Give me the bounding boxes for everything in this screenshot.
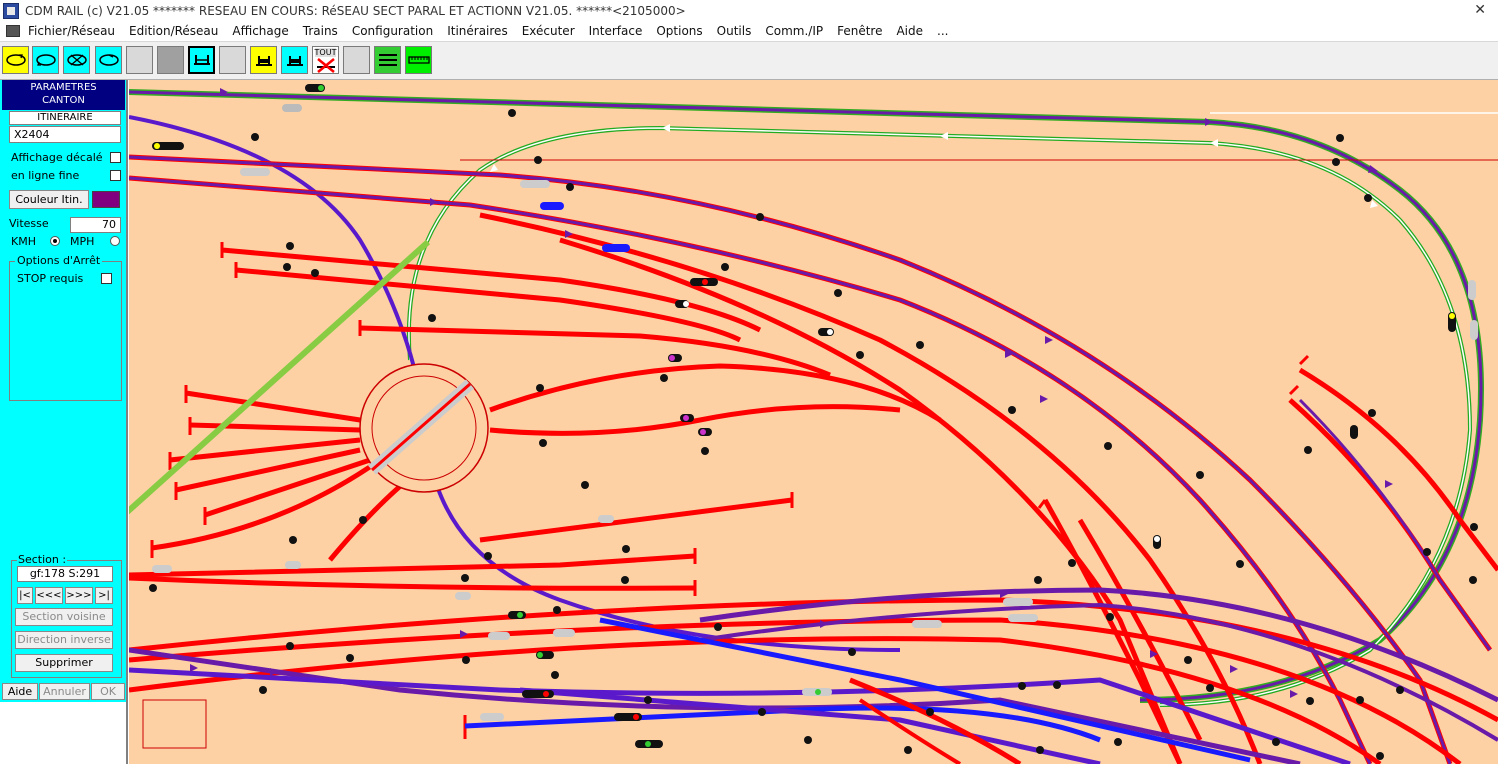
- menu-fichier-reseau[interactable]: Fichier/Réseau: [28, 24, 115, 38]
- section-value: gf:178 S:291: [17, 566, 113, 582]
- previous-section-button[interactable]: <<<: [35, 587, 63, 604]
- menu-fenetre[interactable]: Fenêtre: [837, 24, 882, 38]
- route-color-swatch[interactable]: [92, 191, 120, 208]
- options-arret-label: Options d'Arrêt: [15, 254, 103, 267]
- ruler-icon[interactable]: [405, 46, 432, 74]
- aide-button[interactable]: Aide: [2, 683, 38, 700]
- menu-interface[interactable]: Interface: [589, 24, 643, 38]
- ok-button[interactable]: OK: [91, 683, 125, 700]
- vitesse-field[interactable]: 70: [70, 217, 121, 233]
- outer-loop-track[interactable]: [129, 89, 1498, 703]
- blank-icon[interactable]: [343, 46, 370, 74]
- section-label: Section :: [17, 553, 68, 566]
- blank-icon[interactable]: [126, 46, 153, 74]
- canton-parameters-panel: PARAMETRES CANTON ITINERAIRE X2404 Affic…: [0, 80, 128, 764]
- blank-icon[interactable]: [157, 46, 184, 74]
- track-layout-drawing[interactable]: [129, 80, 1498, 764]
- route-icon[interactable]: [188, 46, 215, 74]
- menu-executer[interactable]: Exécuter: [522, 24, 575, 38]
- last-section-button[interactable]: >|: [95, 587, 113, 604]
- crossing-icon[interactable]: [63, 46, 90, 74]
- mph-label: MPH: [70, 235, 95, 248]
- kmh-label: KMH: [11, 235, 36, 248]
- menu-comm-ip[interactable]: Comm./IP: [765, 24, 823, 38]
- mph-radio[interactable]: [110, 236, 120, 246]
- panel-title-line1: PARAMETRES: [30, 82, 97, 93]
- vitesse-label: Vitesse: [9, 217, 49, 230]
- menu-configuration[interactable]: Configuration: [352, 24, 433, 38]
- app-icon: [3, 2, 19, 19]
- track-layout-canvas[interactable]: [129, 80, 1498, 764]
- panel-title-line2: CANTON: [42, 95, 85, 106]
- close-icon[interactable]: ✕: [1474, 2, 1486, 18]
- ligne-fine-checkbox[interactable]: [110, 170, 121, 181]
- kmh-radio[interactable]: [50, 236, 60, 246]
- loop-icon[interactable]: [95, 46, 122, 74]
- window-title: CDM RAIL (c) V21.05 ******* RESEAU EN CO…: [25, 3, 686, 18]
- supprimer-button[interactable]: Supprimer: [15, 654, 113, 672]
- menu-aide[interactable]: Aide: [896, 24, 923, 38]
- cancel-all-button[interactable]: TOUT: [312, 46, 339, 74]
- panel-blank-area: [0, 702, 126, 764]
- menu-trains[interactable]: Trains: [303, 24, 338, 38]
- menu-bar: Fichier/Réseau Edition/Réseau Affichage …: [0, 21, 1498, 42]
- panel-title: PARAMETRES CANTON: [2, 80, 125, 110]
- cancel-all-icon: [316, 57, 335, 73]
- ligne-fine-label: en ligne fine: [11, 169, 80, 182]
- menu-options[interactable]: Options: [656, 24, 702, 38]
- list-icon[interactable]: [374, 46, 401, 74]
- blank-icon[interactable]: [219, 46, 246, 74]
- menu-edition-reseau[interactable]: Edition/Réseau: [129, 24, 218, 38]
- affichage-decale-checkbox[interactable]: [110, 152, 121, 163]
- menu-outils[interactable]: Outils: [717, 24, 752, 38]
- stop-requis-checkbox[interactable]: [101, 273, 112, 284]
- next-section-button[interactable]: >>>: [65, 587, 93, 604]
- toolbar: TOUT: [0, 42, 1498, 80]
- direction-inverse-button[interactable]: Direction inverse: [15, 631, 113, 649]
- tout-label: TOUT: [314, 47, 337, 57]
- first-section-button[interactable]: |<: [17, 587, 33, 604]
- title-bar: CDM RAIL (c) V21.05 ******* RESEAU EN CO…: [0, 0, 1498, 21]
- turntable[interactable]: [359, 363, 489, 493]
- train-icon[interactable]: [250, 46, 277, 74]
- red-siding-tracks[interactable]: [129, 247, 942, 591]
- menu-more[interactable]: ...: [937, 24, 948, 38]
- itineraire-field[interactable]: X2404: [9, 126, 121, 143]
- itineraire-label: ITINERAIRE: [9, 111, 121, 125]
- platform-outline: [142, 699, 207, 749]
- section-voisine-button[interactable]: Section voisine: [15, 608, 113, 626]
- couleur-itin-button[interactable]: Couleur Itin.: [9, 190, 89, 209]
- loop-icon[interactable]: [32, 46, 59, 74]
- loop-icon[interactable]: [2, 46, 29, 74]
- annuler-button[interactable]: Annuler: [39, 683, 90, 700]
- stop-requis-label: STOP requis: [17, 272, 84, 285]
- affichage-decale-label: Affichage décalé: [11, 151, 103, 164]
- menu-affichage[interactable]: Affichage: [232, 24, 288, 38]
- train-icon[interactable]: [281, 46, 308, 74]
- menu-itineraires[interactable]: Itinéraires: [447, 24, 508, 38]
- system-menu-icon[interactable]: [6, 25, 20, 37]
